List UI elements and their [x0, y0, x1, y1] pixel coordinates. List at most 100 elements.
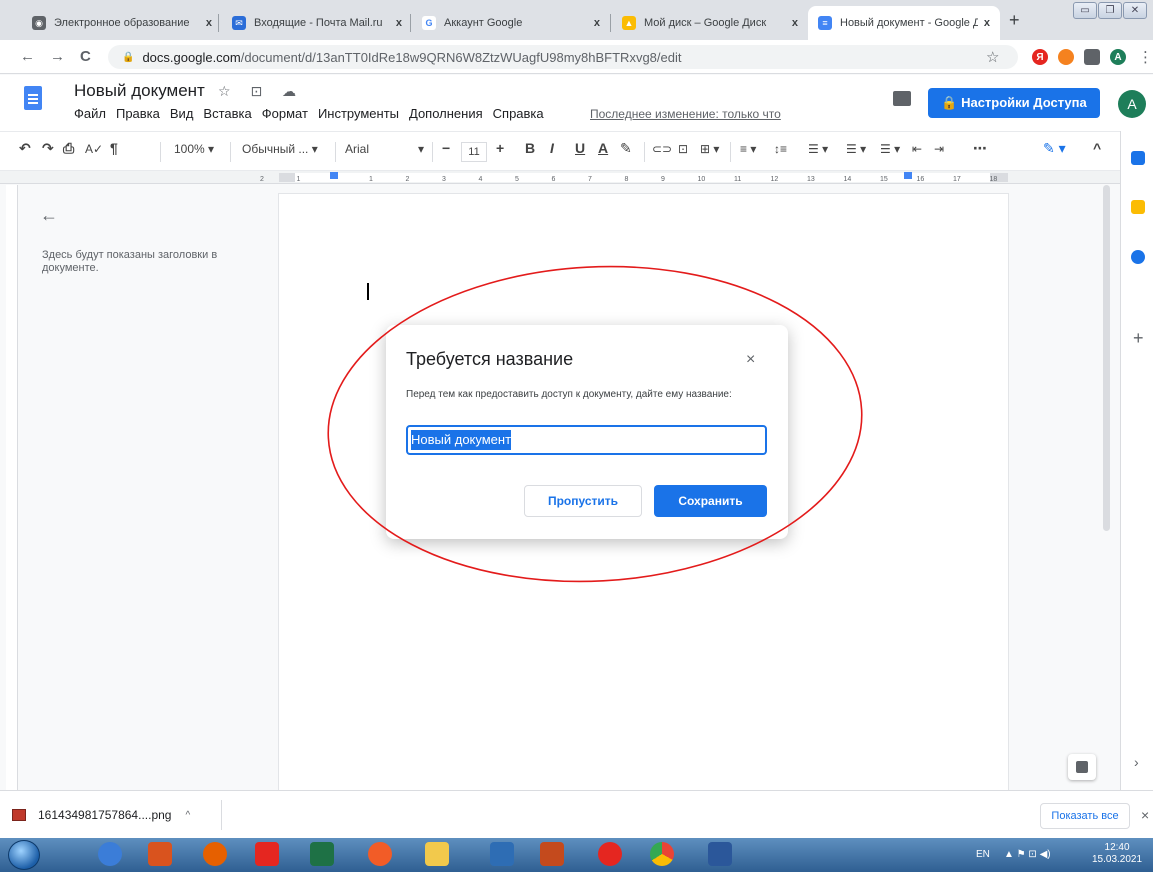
close-outline-arrow-icon[interactable]: ← — [40, 205, 58, 226]
spellcheck-icon[interactable]: A✓ — [85, 142, 103, 156]
decrease-indent-icon[interactable]: ⇤ — [912, 142, 922, 156]
tray-icons[interactable]: ▲ ⚑ ⊡ ◀) — [1004, 849, 1051, 860]
expand-panel-icon[interactable]: › — [1134, 754, 1139, 770]
align-icon[interactable]: ≡ ▾ — [740, 142, 756, 156]
chevron-up-icon[interactable]: ^ — [185, 810, 190, 821]
firefox-icon[interactable] — [203, 842, 227, 866]
language-indicator[interactable]: EN — [976, 849, 990, 860]
calendar-icon[interactable] — [1131, 151, 1145, 165]
bulleted-list-icon[interactable]: ☰ ▾ — [846, 142, 866, 156]
clock[interactable]: 12:40 15.03.2021 — [1092, 842, 1142, 866]
tab-google-docs-active[interactable]: ≡ Новый документ - Google Д x — [808, 6, 1000, 40]
document-title[interactable]: Новый документ — [74, 81, 205, 101]
puzzle-icon[interactable] — [1084, 49, 1100, 65]
close-tab-icon[interactable]: x — [984, 17, 990, 29]
font-size-increase-button[interactable]: + — [496, 140, 504, 156]
save-button[interactable]: Сохранить — [654, 485, 767, 517]
last-edit-link[interactable]: Последнее изменение: только что — [590, 107, 781, 121]
undo-icon[interactable]: ↶ — [19, 140, 31, 157]
get-addons-icon[interactable]: + — [1133, 328, 1144, 349]
profile-icon[interactable]: A — [1110, 49, 1126, 65]
underline-button[interactable]: U — [575, 140, 585, 156]
start-button[interactable] — [8, 840, 40, 870]
close-icon[interactable]: × — [746, 351, 755, 369]
bold-button[interactable]: B — [525, 140, 535, 156]
close-tab-icon[interactable]: x — [396, 17, 402, 29]
show-all-button[interactable]: Показать все — [1040, 803, 1130, 829]
keep-icon[interactable] — [1131, 200, 1145, 214]
print-icon[interactable]: ⎙ — [63, 140, 74, 157]
scrollbar-thumb[interactable] — [1103, 185, 1110, 531]
yandex-browser-icon[interactable] — [598, 842, 622, 866]
insert-link-icon[interactable]: ⊂⊃ — [652, 142, 672, 156]
italic-button[interactable]: I — [550, 140, 554, 156]
close-window-button[interactable]: ✕ — [1123, 2, 1147, 19]
app-icon[interactable] — [540, 842, 564, 866]
docs-logo-icon[interactable] — [24, 86, 42, 110]
word-icon[interactable] — [708, 842, 732, 866]
font-select[interactable]: Arial — [345, 142, 369, 156]
tasks-icon[interactable] — [1131, 250, 1145, 264]
forward-arrow-icon[interactable]: → — [50, 48, 65, 65]
highlight-icon[interactable]: ✎ — [620, 140, 632, 157]
browser-menu-icon[interactable]: ⋮ — [1138, 48, 1153, 66]
editing-mode-icon[interactable]: ✎ ▾ — [1043, 140, 1066, 157]
numbered-list-icon[interactable]: ☰ ▾ — [880, 142, 900, 156]
menu-file[interactable]: Файл — [74, 106, 106, 121]
internet-explorer-icon[interactable] — [98, 842, 122, 866]
comments-icon[interactable] — [893, 91, 911, 106]
menu-edit[interactable]: Правка — [116, 106, 160, 121]
close-shelf-icon[interactable]: × — [1141, 807, 1149, 823]
new-tab-button[interactable]: + — [1009, 10, 1020, 31]
maximize-button[interactable]: ❐ — [1098, 2, 1122, 19]
more-options-icon[interactable]: ⋯ — [973, 140, 987, 157]
close-tab-icon[interactable]: x — [594, 17, 600, 29]
line-spacing-icon[interactable]: ↕≡ — [774, 142, 787, 156]
extension-icon[interactable] — [1058, 49, 1074, 65]
font-size-decrease-button[interactable]: − — [442, 140, 450, 156]
excel-icon[interactable] — [310, 842, 334, 866]
tab-electronic-education[interactable]: ◉ Электронное образование x — [22, 6, 222, 40]
back-arrow-icon[interactable]: ← — [20, 48, 35, 65]
url-field[interactable]: 🔒 docs.google.com/document/d/13anTT0IdRe… — [108, 45, 1018, 69]
vertical-scrollbar[interactable] — [1099, 185, 1113, 790]
collapse-menus-icon[interactable]: ^ — [1093, 140, 1101, 156]
menu-view[interactable]: Вид — [170, 106, 194, 121]
redo-icon[interactable]: ↷ — [42, 140, 54, 157]
yandex-extension-icon[interactable]: Я — [1032, 49, 1048, 65]
menu-format[interactable]: Формат — [262, 106, 308, 121]
menu-help[interactable]: Справка — [493, 106, 544, 121]
font-dropdown-chevron-icon[interactable]: ▾ — [418, 142, 424, 156]
close-tab-icon[interactable]: x — [792, 17, 798, 29]
chrome-icon[interactable] — [650, 842, 674, 866]
text-color-button[interactable]: A — [598, 140, 608, 156]
checklist-icon[interactable]: ☰ ▾ — [808, 142, 828, 156]
skip-button[interactable]: Пропустить — [524, 485, 642, 517]
insert-image-icon[interactable]: ⊞ ▾ — [700, 142, 719, 156]
document-name-input[interactable]: Новый документ — [406, 425, 767, 455]
tab-google-drive[interactable]: ▲ Мой диск – Google Диск x — [612, 6, 808, 40]
minimize-button[interactable]: ▭ — [1073, 2, 1097, 19]
avatar[interactable]: A — [1118, 90, 1146, 118]
share-button[interactable]: 🔒 Настройки Доступа — [928, 88, 1100, 118]
paint-format-icon[interactable]: ¶ — [110, 140, 118, 156]
increase-indent-icon[interactable]: ⇥ — [934, 142, 944, 156]
download-item[interactable]: 161434981757864....png ^ — [12, 800, 222, 830]
insert-comment-icon[interactable]: ⊡ — [678, 142, 688, 156]
menu-tools[interactable]: Инструменты — [318, 106, 399, 121]
title-actions-icons[interactable]: ☆ ⊡ ☁ — [218, 83, 304, 100]
tab-mail-ru[interactable]: ✉ Входящие - Почта Mail.ru x — [222, 6, 412, 40]
tab-google-account[interactable]: G Аккаунт Google x — [412, 6, 610, 40]
reload-icon[interactable]: C — [80, 48, 91, 65]
app-icon[interactable] — [368, 842, 392, 866]
media-player-icon[interactable] — [148, 842, 172, 866]
explore-button[interactable] — [1068, 754, 1096, 780]
menu-insert[interactable]: Вставка — [203, 106, 251, 121]
menu-addons[interactable]: Дополнения — [409, 106, 483, 121]
style-select[interactable]: Обычный ... ▾ — [242, 142, 318, 156]
explorer-folder-icon[interactable] — [425, 842, 449, 866]
zoom-select[interactable]: 100% ▾ — [174, 142, 214, 156]
close-tab-icon[interactable]: x — [206, 17, 212, 29]
yandex-icon[interactable] — [255, 842, 279, 866]
app-icon[interactable] — [490, 842, 514, 866]
